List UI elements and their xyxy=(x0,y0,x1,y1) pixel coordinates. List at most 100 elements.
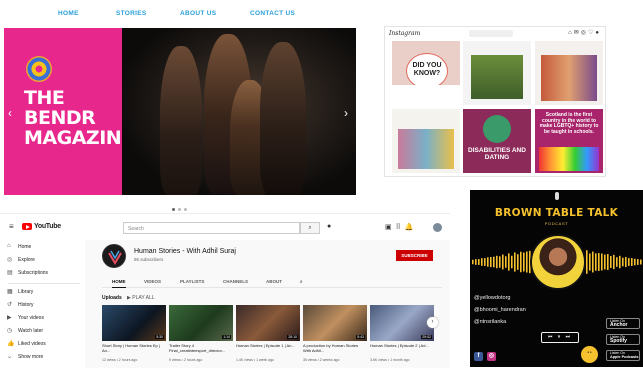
tab-videos[interactable]: VIDEOS xyxy=(144,279,161,284)
video-card[interactable]: 1:14 Trailer Story 4 Final_creatinteespo… xyxy=(169,305,233,366)
video-thumbnail[interactable]: 5:30 xyxy=(102,305,166,341)
spotify-badge[interactable]: Listen On Spotify xyxy=(606,334,640,345)
host-photo xyxy=(530,234,586,290)
media-player-controls[interactable]: ⏮ ⏸ ⏭ xyxy=(541,332,579,343)
video-thumbnail[interactable]: 5:43 xyxy=(303,305,367,341)
wave-bar xyxy=(511,255,513,269)
post-tile[interactable] xyxy=(392,109,460,173)
wave-bar xyxy=(595,253,597,271)
instagram-icon[interactable]: ◎ xyxy=(487,352,496,361)
carousel-next-icon[interactable]: › xyxy=(344,106,348,120)
post-illustration xyxy=(398,129,454,169)
video-title[interactable]: Human Stories | Episode 2 | Ad... xyxy=(370,343,434,348)
tile-footer xyxy=(392,85,460,105)
carousel-dot[interactable] xyxy=(178,208,181,211)
nav-stories-link[interactable]: STORIES xyxy=(116,10,147,17)
instagram-nav-icons[interactable]: ⌂✉◎♡● xyxy=(568,29,601,36)
sidebar-item-history[interactable]: ↺ History xyxy=(7,302,34,308)
pride-flag-image xyxy=(539,147,599,171)
tab-home[interactable]: HOME xyxy=(112,279,126,288)
video-title[interactable]: Short Story | Human Stories Ep | An... xyxy=(102,343,166,353)
video-card[interactable]: 5:43 A production by Human Stories With … xyxy=(303,305,367,366)
social-handle[interactable]: @yellowdotorg xyxy=(474,295,510,301)
youtube-sidebar: ⌂ Home ◎ Explore ▤ Subscriptions ▦ Library ↺… xyxy=(0,240,85,368)
title-line-2: BENDR xyxy=(24,107,96,129)
video-title[interactable]: Human Stories | Episode 1 | An... xyxy=(236,343,300,348)
tab-channels[interactable]: CHANNELS xyxy=(223,279,248,284)
compass-icon: ◎ xyxy=(7,257,13,263)
apple-podcasts-badge[interactable]: Listen On Apple Podcasts xyxy=(606,350,640,361)
microphone-icon[interactable]: ● xyxy=(327,223,331,230)
play-all-button[interactable]: ▶ PLAY ALL xyxy=(127,295,155,301)
post-tile[interactable] xyxy=(535,41,603,105)
chevron-down-icon: ⌄ xyxy=(7,354,13,360)
video-thumbnail[interactable]: 29:02 xyxy=(370,305,434,341)
sidebar-item-watch-later[interactable]: ◷ Watch later xyxy=(7,328,43,334)
video-title[interactable]: Trailer Story 4 Final_creatinteesport_di… xyxy=(169,343,233,353)
sidebar-item-show-more[interactable]: ⌄ Show more xyxy=(7,354,43,360)
wave-bar xyxy=(499,256,501,268)
magazine-title: THE BENDR MAGAZINE xyxy=(24,87,134,149)
header-action-icons[interactable]: ▣⠿🔔 xyxy=(385,223,417,231)
subscribe-button[interactable]: SUBSCRIBE xyxy=(396,250,433,261)
nav-about-link[interactable]: ABOUT US xyxy=(180,10,216,17)
tab-about[interactable]: ABOUT xyxy=(266,279,282,284)
hamburger-menu-icon[interactable]: ≡ xyxy=(9,222,14,231)
social-handle[interactable]: @bhoomi_harendran xyxy=(474,307,526,313)
video-card[interactable]: 5:30 Short Story | Human Stories Ep | An… xyxy=(102,305,166,366)
sidebar-item-liked-videos[interactable]: 👍 Liked videos xyxy=(7,341,46,347)
youtube-search-input[interactable]: Search xyxy=(123,222,300,234)
wave-bar xyxy=(472,259,474,265)
title-line-3: MAGAZINE xyxy=(24,127,134,149)
wave-bar xyxy=(487,257,489,267)
video-card[interactable]: 28:10 Human Stories | Episode 1 | An... … xyxy=(236,305,300,366)
carousel-dot[interactable] xyxy=(184,208,187,211)
sidebar-item-library[interactable]: ▦ Library xyxy=(7,289,33,295)
wave-bar xyxy=(496,255,498,269)
sidebar-item-subscriptions[interactable]: ▤ Subscriptions xyxy=(7,270,48,276)
user-avatar[interactable] xyxy=(433,223,442,232)
wave-bar xyxy=(484,258,486,266)
video-title[interactable]: A production by Human Stories With Adhil… xyxy=(303,343,367,353)
sidebar-item-explore[interactable]: ◎ Explore xyxy=(7,257,35,263)
nav-home-link[interactable]: HOME xyxy=(58,10,79,17)
channel-name: Human Stories - With Adhil Suraj xyxy=(134,248,236,255)
search-icon[interactable]: ⌕ xyxy=(300,222,320,234)
video-thumbnail[interactable]: 28:10 xyxy=(236,305,300,341)
youtube-panel: ≡ YouTube Search ⌕ ● ▣⠿🔔 ⌂ Home ◎ Explore … xyxy=(0,213,450,368)
facebook-icon[interactable]: f xyxy=(474,352,483,361)
channel-search-icon[interactable]: ⌕ xyxy=(300,279,303,284)
carousel-dot[interactable] xyxy=(172,208,175,211)
sidebar-item-home[interactable]: ⌂ Home xyxy=(7,243,31,250)
instagram-search-input[interactable] xyxy=(469,30,513,37)
social-handle[interactable]: @ntnsrilanka xyxy=(474,319,506,325)
person-figure xyxy=(160,46,202,195)
title-line-1: THE xyxy=(24,87,65,109)
channel-logo-icon xyxy=(108,250,122,265)
sidebar-item-your-videos[interactable]: ▶ Your videos xyxy=(7,315,44,321)
wave-bar xyxy=(586,250,588,274)
anchor-badge[interactable]: Listen On Anchor xyxy=(606,318,640,329)
nav-contact-link[interactable]: CONTACT US xyxy=(250,10,295,17)
post-tile[interactable]: DISABILITIES AND DATING xyxy=(463,109,531,173)
live-badge: ● ● xyxy=(581,346,598,363)
channel-avatar[interactable] xyxy=(102,244,126,268)
wave-bar xyxy=(520,251,522,273)
wave-bar xyxy=(637,259,639,265)
video-meta: 1.4K views • 1 week ago xyxy=(236,358,274,362)
post-tile[interactable] xyxy=(463,41,531,105)
wave-bar xyxy=(481,258,483,266)
video-card[interactable]: 29:02 Human Stories | Episode 2 | Ad... … xyxy=(370,305,434,366)
youtube-brand[interactable]: YouTube xyxy=(34,223,61,230)
channel-tabs: HOME VIDEOS PLAYLISTS CHANNELS ABOUT ⌕ xyxy=(102,276,442,288)
carousel-prev-icon[interactable]: ‹ xyxy=(8,106,12,120)
post-tile[interactable]: Scotland is the first country in the wor… xyxy=(535,109,603,173)
podcast-panel: BROWN TABLE TALK PODCAST @yellowdotorg @… xyxy=(470,190,643,367)
video-thumbnail[interactable]: 1:14 xyxy=(169,305,233,341)
post-tile[interactable]: DID YOU KNOW? xyxy=(392,41,460,105)
wave-bar xyxy=(526,251,528,273)
chevron-right-icon[interactable]: › xyxy=(427,317,438,328)
disabilities-tile-text: DISABILITIES AND DATING xyxy=(468,147,526,161)
instagram-logo[interactable]: Instagram xyxy=(389,30,420,37)
tab-playlists[interactable]: PLAYLISTS xyxy=(180,279,204,284)
